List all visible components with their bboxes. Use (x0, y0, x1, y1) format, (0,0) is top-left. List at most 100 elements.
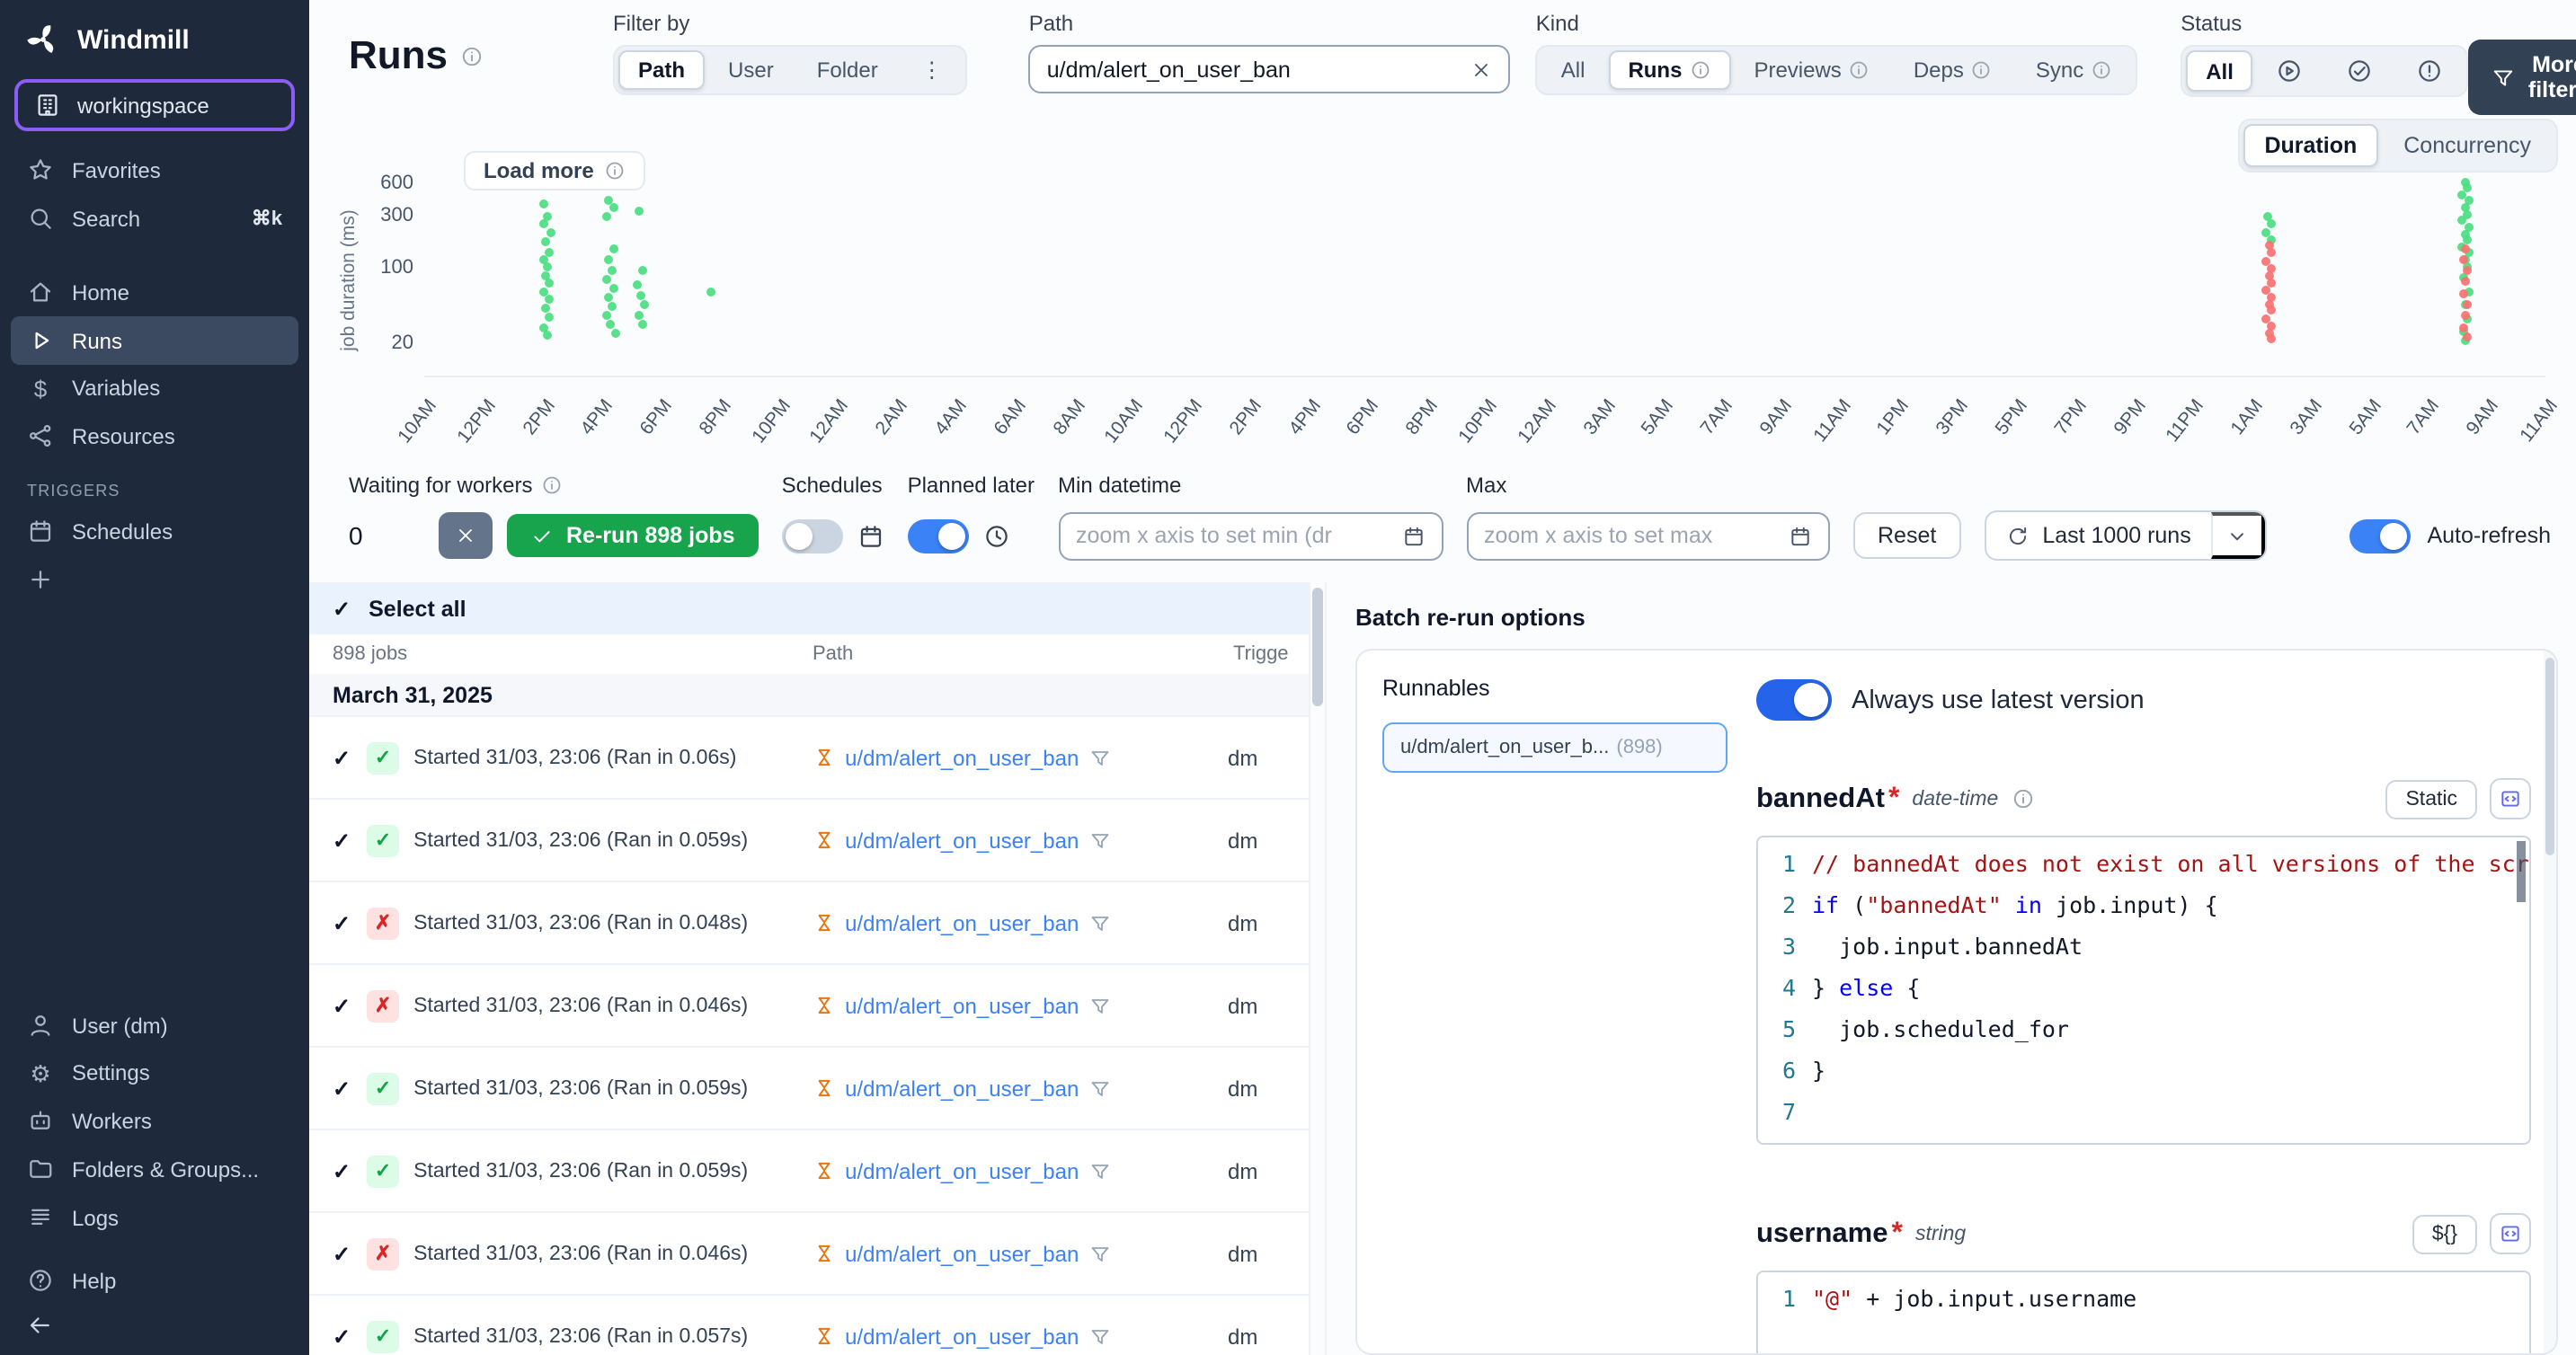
kind-previews-button[interactable]: Previews (1734, 50, 1889, 90)
row-checkbox[interactable]: ✓ (333, 1158, 351, 1183)
filter-by-user-button[interactable]: User (708, 50, 794, 90)
scrollbar-thumb[interactable] (2545, 658, 2554, 855)
table-row[interactable]: ✓ ✓ Started 31/03, 23:06 (Ran in 0.059s)… (309, 1130, 1309, 1213)
kind-all-button[interactable]: All (1541, 50, 1605, 90)
rerun-jobs-button[interactable]: Re-run 898 jobs (507, 514, 759, 557)
last-runs-button[interactable]: Last 1000 runs (1986, 512, 2210, 559)
app-logo[interactable]: Windmill (0, 0, 309, 75)
filter-by-folder-button[interactable]: Folder (797, 50, 898, 90)
tab-duration[interactable]: Duration (2243, 124, 2378, 167)
info-icon[interactable] (460, 44, 484, 67)
filter-by-path-icon[interactable] (1089, 995, 1111, 1016)
filter-by-path-icon[interactable] (1089, 1077, 1111, 1099)
filter-by-path-button[interactable]: Path (618, 50, 705, 90)
open-editor-button[interactable] (2490, 778, 2531, 819)
last-runs-split-button: Last 1000 runs (1985, 510, 2266, 561)
run-path-link[interactable]: u/dm/alert_on_user_ban (845, 828, 1079, 853)
filter-by-path-icon[interactable] (1089, 747, 1111, 768)
sidebar-item-settings[interactable]: ⚙ Settings (0, 1049, 309, 1096)
row-checkbox[interactable]: ✓ (333, 1324, 351, 1349)
filter-by-path-icon[interactable] (1089, 829, 1111, 851)
sidebar-item-home[interactable]: Home (0, 268, 309, 316)
chart-mode-tabs: Duration Concurrency (2237, 119, 2558, 173)
kind-sync-button[interactable]: Sync (2016, 50, 2132, 90)
max-datetime-label: Max (1466, 471, 1829, 500)
static-mode-button[interactable]: Static (2385, 779, 2477, 819)
bannedat-code-editor[interactable]: 1234567 // bannedAt does not exist on al… (1756, 836, 2531, 1145)
table-scrollbar[interactable] (1309, 582, 1327, 1355)
clear-path-icon[interactable] (1471, 58, 1493, 80)
row-checkbox[interactable]: ✓ (333, 1241, 351, 1266)
row-checkbox[interactable]: ✓ (333, 1076, 351, 1101)
table-row[interactable]: ✓ ✗ Started 31/03, 23:06 (Ran in 0.046s)… (309, 1213, 1309, 1296)
sidebar-item-schedules[interactable]: Schedules (0, 507, 309, 555)
sidebar-item-user[interactable]: User (dm) (0, 1001, 309, 1049)
latest-version-toggle[interactable] (1756, 679, 1832, 721)
sidebar-item-folders-groups[interactable]: Folders & Groups... (0, 1145, 309, 1193)
sidebar-item-help[interactable]: Help (0, 1256, 309, 1305)
table-row[interactable]: ✓ ✓ Started 31/03, 23:06 (Ran in 0.06s) … (309, 717, 1309, 800)
collapse-sidebar-button[interactable] (0, 1305, 309, 1355)
calendar-icon[interactable] (1788, 524, 1811, 547)
sidebar-item-search[interactable]: Search ⌘k (0, 194, 309, 243)
status-failure-button[interactable] (2397, 50, 2464, 92)
sidebar-item-resources[interactable]: Resources (0, 412, 309, 460)
status-all-button[interactable]: All (2186, 50, 2253, 92)
last-runs-dropdown-button[interactable] (2211, 512, 2265, 559)
kind-deps-button[interactable]: Deps (1894, 50, 2012, 90)
max-datetime-input[interactable] (1484, 523, 1777, 548)
run-path-link[interactable]: u/dm/alert_on_user_ban (845, 745, 1079, 770)
min-datetime-input[interactable] (1076, 523, 1390, 548)
auto-refresh-toggle[interactable] (2349, 518, 2411, 553)
sidebar-item-favorites[interactable]: Favorites (0, 146, 309, 194)
row-checkbox[interactable]: ✓ (333, 910, 351, 935)
run-path-link[interactable]: u/dm/alert_on_user_ban (845, 1241, 1079, 1266)
info-icon[interactable] (2011, 787, 2034, 810)
row-checkbox[interactable]: ✓ (333, 993, 351, 1018)
calendar-icon[interactable] (1401, 524, 1425, 547)
status-running-button[interactable] (2257, 50, 2323, 92)
filter-by-path-icon[interactable] (1089, 912, 1111, 934)
panel-scrollbar[interactable] (2544, 651, 2556, 1353)
row-checkbox[interactable]: ✓ (333, 745, 351, 770)
reset-button[interactable]: Reset (1852, 512, 1961, 559)
runnable-chip[interactable]: u/dm/alert_on_user_b... (898) (1382, 722, 1728, 773)
path-input[interactable] (1047, 57, 1461, 82)
planned-later-toggle[interactable] (908, 518, 969, 553)
editor-scrollbar-thumb[interactable] (2517, 841, 2526, 902)
sidebar-item-runs[interactable]: Runs (11, 316, 298, 365)
tab-concurrency[interactable]: Concurrency (2382, 124, 2553, 167)
filter-by-more-button[interactable]: ⋮ (902, 50, 963, 90)
code-lines[interactable]: "@" + job.input.username (1812, 1272, 2529, 1355)
scrollbar-thumb[interactable] (1312, 588, 1323, 706)
run-path-link[interactable]: u/dm/alert_on_user_ban (845, 1324, 1079, 1349)
sidebar-item-logs[interactable]: Logs (0, 1193, 309, 1242)
cancel-selection-button[interactable] (439, 512, 493, 559)
filter-by-path-icon[interactable] (1089, 1243, 1111, 1264)
schedules-toggle[interactable] (782, 518, 843, 553)
username-code-editor[interactable]: 1 "@" + job.input.username (1756, 1271, 2531, 1355)
kind-runs-button[interactable]: Runs (1608, 50, 1730, 90)
open-editor-button[interactable] (2490, 1213, 2531, 1254)
add-trigger-button[interactable] (0, 555, 309, 604)
sidebar-item-variables[interactable]: $ Variables (0, 365, 309, 412)
status-success-button[interactable] (2327, 50, 2394, 92)
code-lines[interactable]: // bannedAt does not exist on all versio… (1812, 837, 2529, 1143)
run-path-link[interactable]: u/dm/alert_on_user_ban (845, 910, 1079, 935)
run-path-link[interactable]: u/dm/alert_on_user_ban (845, 1158, 1079, 1183)
run-path-link[interactable]: u/dm/alert_on_user_ban (845, 993, 1079, 1018)
table-row[interactable]: ✓ ✓ Started 31/03, 23:06 (Ran in 0.059s)… (309, 800, 1309, 882)
sidebar-item-workers[interactable]: Workers (0, 1096, 309, 1145)
run-path-link[interactable]: u/dm/alert_on_user_ban (845, 1076, 1079, 1101)
row-checkbox[interactable]: ✓ (333, 828, 351, 853)
filter-by-path-icon[interactable] (1089, 1160, 1111, 1182)
select-all-bar[interactable]: ✓ Select all (309, 584, 1309, 634)
table-row[interactable]: ✓ ✓ Started 31/03, 23:06 (Ran in 0.059s)… (309, 1048, 1309, 1130)
workspace-selector[interactable]: workingspace (14, 79, 295, 131)
template-mode-button[interactable]: ${} (2412, 1214, 2477, 1253)
table-row[interactable]: ✓ ✗ Started 31/03, 23:06 (Ran in 0.048s)… (309, 882, 1309, 965)
table-row[interactable]: ✓ ✗ Started 31/03, 23:06 (Ran in 0.046s)… (309, 965, 1309, 1048)
duration-scatter-plot[interactable] (424, 176, 2545, 377)
table-row[interactable]: ✓ ✓ Started 31/03, 23:06 (Ran in 0.057s)… (309, 1296, 1309, 1355)
filter-by-path-icon[interactable] (1089, 1325, 1111, 1347)
